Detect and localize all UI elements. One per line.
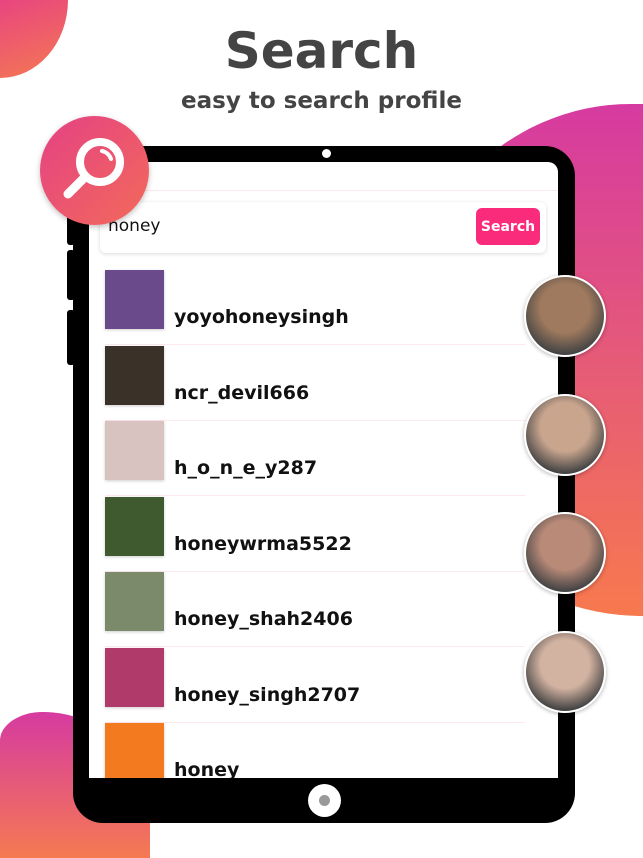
profile-thumbnail [105, 647, 164, 707]
home-button[interactable] [308, 784, 341, 817]
profile-thumbnail [105, 421, 164, 480]
search-badge [40, 116, 149, 225]
profile-thumbnail [105, 345, 164, 405]
profile-thumbnail [105, 723, 164, 778]
result-row[interactable]: honeywrma5522 [105, 496, 525, 572]
search-icon [63, 138, 124, 199]
search-button[interactable]: Search [476, 208, 540, 245]
page-subtitle: easy to search profile [181, 88, 462, 114]
search-bar: Search [100, 202, 546, 253]
avatar [524, 630, 606, 713]
username: ncr_devil666 [174, 381, 310, 404]
result-row[interactable]: honey_singh2707 [105, 647, 525, 723]
username: yoyohoneysingh [174, 306, 349, 328]
result-row[interactable]: honey [105, 723, 525, 778]
result-row[interactable]: yoyohoneysingh [105, 270, 525, 345]
profile-thumbnail [105, 572, 164, 631]
result-row[interactable]: ncr_devil666 [105, 345, 525, 421]
username: honey_shah2406 [174, 608, 353, 630]
avatar [524, 393, 606, 476]
result-row[interactable]: h_o_n_e_y287 [105, 421, 525, 496]
result-row[interactable]: honey_shah2406 [105, 572, 525, 647]
search-input[interactable] [108, 216, 458, 236]
avatar [524, 512, 606, 594]
username: honey_singh2707 [174, 683, 361, 706]
username: honey [174, 759, 240, 778]
avatar [524, 275, 606, 357]
username: honeywrma5522 [174, 532, 352, 555]
profile-thumbnail [105, 270, 164, 329]
profile-thumbnail [105, 496, 164, 556]
camera-dot [322, 149, 331, 158]
app-screen: Search yoyohoneysingh ncr_devil666 h_o_n_e… [89, 162, 558, 778]
divider [89, 190, 558, 191]
page-title: Search [224, 22, 419, 80]
username: h_o_n_e_y287 [174, 457, 318, 479]
